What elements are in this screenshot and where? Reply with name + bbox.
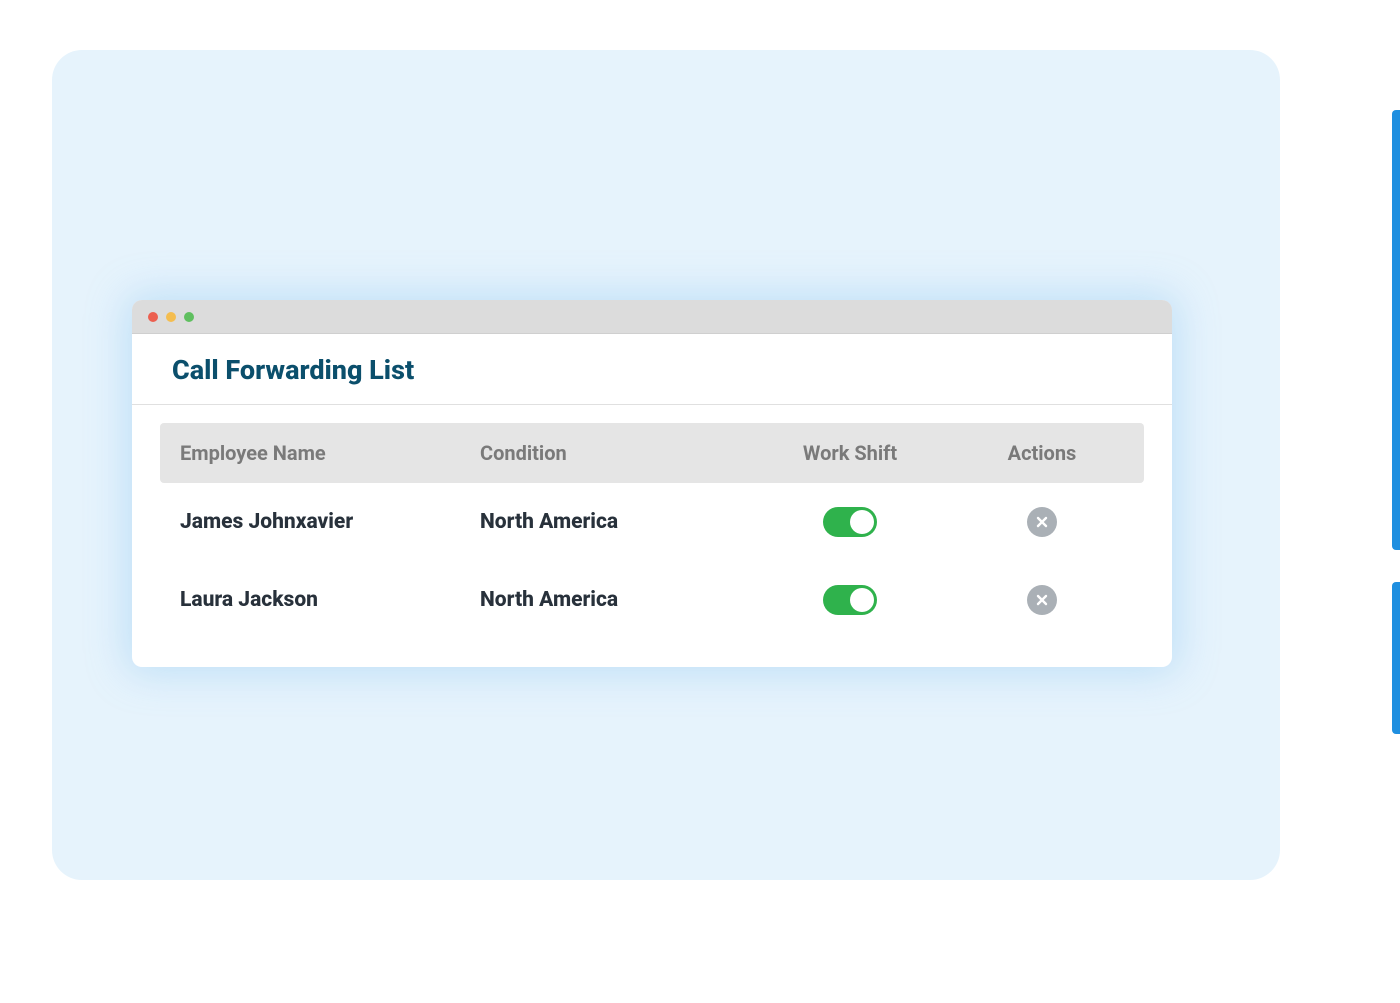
close-icon — [1035, 515, 1049, 529]
table-body: James Johnxavier North America — [160, 483, 1144, 639]
work-shift-toggle[interactable] — [823, 585, 877, 615]
window-minimize-icon[interactable] — [166, 312, 176, 322]
cell-employee-name: Laura Jackson — [180, 588, 480, 612]
col-header-shift: Work Shift — [740, 441, 960, 465]
app-window: Call Forwarding List Employee Name Condi… — [132, 300, 1172, 667]
scrollbar-segment-bottom[interactable] — [1392, 582, 1400, 734]
col-header-condition: Condition — [480, 441, 740, 465]
cell-condition: North America — [480, 588, 740, 612]
window-close-icon[interactable] — [148, 312, 158, 322]
delete-button[interactable] — [1027, 585, 1057, 615]
cell-employee-name: James Johnxavier — [180, 510, 480, 534]
window-maximize-icon[interactable] — [184, 312, 194, 322]
close-icon — [1035, 593, 1049, 607]
delete-button[interactable] — [1027, 507, 1057, 537]
table-header-row: Employee Name Condition Work Shift Actio… — [160, 423, 1144, 483]
scrollbar-segment-top[interactable] — [1392, 110, 1400, 550]
work-shift-toggle[interactable] — [823, 507, 877, 537]
col-header-employee: Employee Name — [180, 441, 480, 465]
window-body: Call Forwarding List Employee Name Condi… — [132, 334, 1172, 639]
table-row: James Johnxavier North America — [160, 483, 1144, 561]
col-header-actions: Actions — [960, 441, 1124, 465]
toggle-knob-icon — [850, 588, 874, 612]
toggle-knob-icon — [850, 510, 874, 534]
window-titlebar — [132, 300, 1172, 334]
panel-title: Call Forwarding List — [132, 334, 1172, 405]
cell-condition: North America — [480, 510, 740, 534]
table-row: Laura Jackson North America — [160, 561, 1144, 639]
